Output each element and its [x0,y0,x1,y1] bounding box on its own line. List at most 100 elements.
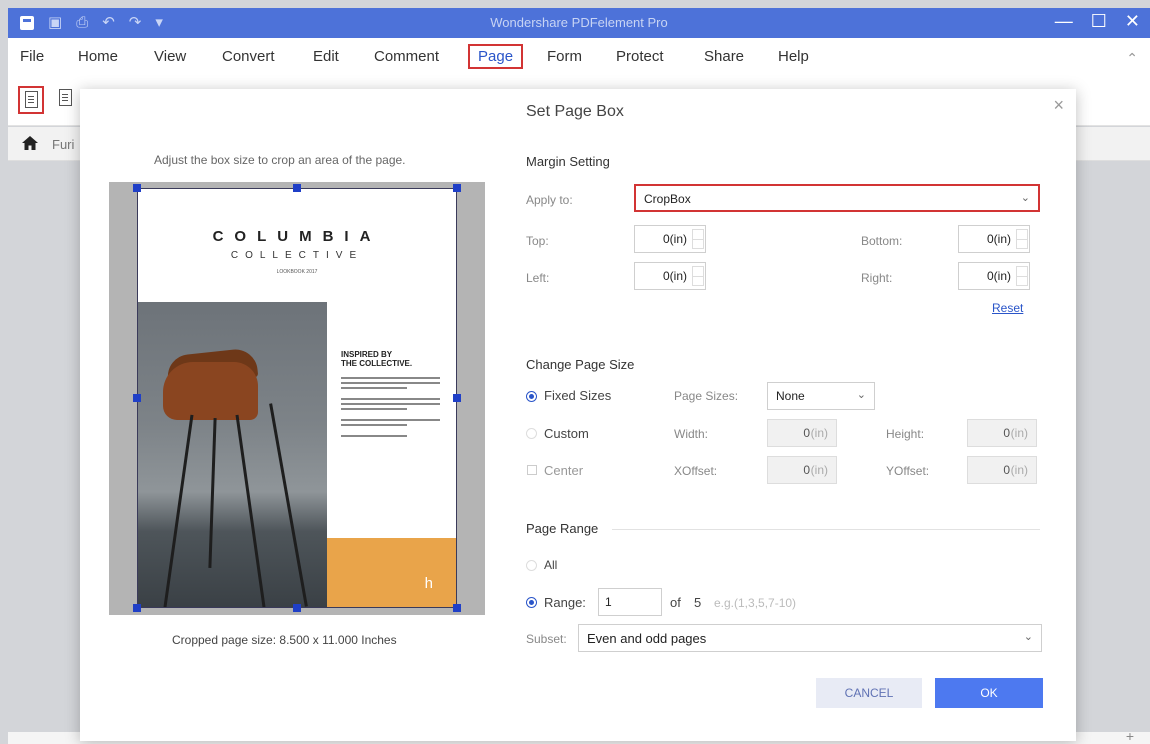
bottom-margin-value: 0(in) [986,232,1011,246]
bottom-label: Bottom: [861,234,903,248]
center-label: Center [544,463,584,478]
left-margin-value: 0(in) [662,269,687,283]
of-label: of [670,595,681,610]
preview-caption: Adjust the box size to crop an area of t… [154,153,406,167]
crop-handle-bottom-right[interactable] [453,604,461,612]
menu-edit[interactable]: Edit [313,48,339,65]
top-label: Top: [526,234,549,248]
menu-home[interactable]: Home [78,48,118,65]
crop-handle-top-right[interactable] [453,184,461,192]
fixed-sizes-label: Fixed Sizes [544,388,612,403]
page-sizes-value: None [776,389,805,403]
total-pages: 5 [694,595,702,610]
custom-label: Custom [544,426,589,441]
close-window-button[interactable]: ✕ [1125,11,1140,32]
chevron-down-icon: ⌄ [1023,631,1033,643]
height-value: 0 [1003,426,1010,440]
menu-protect[interactable]: Protect [616,48,664,65]
menu-form[interactable]: Form [547,48,582,65]
menu-page[interactable]: Page [468,44,524,69]
top-margin-stepper[interactable] [692,229,704,249]
subset-label: Subset: [526,632,567,646]
margin-setting-title: Margin Setting [526,154,610,169]
apply-to-select[interactable]: CropBox ⌄ [634,184,1040,212]
left-label: Left: [526,271,550,285]
apply-to-label: Apply to: [526,193,573,207]
cancel-button[interactable]: CANCEL [816,678,922,708]
yoffset-unit: (in) [1010,463,1028,477]
chevron-down-icon: ⌄ [856,389,866,401]
top-margin-value: 0(in) [662,232,687,246]
window-title: Wondershare PDFelement Pro [490,15,668,30]
menu-convert[interactable]: Convert [222,48,275,65]
yoffset-input[interactable]: 0 (in) [967,456,1037,484]
xoffset-input[interactable]: 0 (in) [767,456,837,484]
fixed-sizes-radio[interactable] [526,391,537,402]
dialog-close-icon[interactable]: × [1053,95,1064,116]
crop-box-outline[interactable] [137,188,457,608]
crop-handle-top[interactable] [293,184,301,192]
bottom-margin-input[interactable]: 0(in) [958,225,1030,253]
zoom-in-icon[interactable]: + [1126,728,1134,744]
xoffset-unit: (in) [810,463,828,477]
height-input[interactable]: 0 (in) [967,419,1037,447]
subset-select[interactable]: Even and odd pages ⌄ [578,624,1042,652]
top-margin-input[interactable]: 0(in) [634,225,706,253]
ok-button[interactable]: OK [935,678,1043,708]
maximize-button[interactable]: ☐ [1091,11,1107,32]
crop-preview: COLUMBIA COLLECTIVE LOOKBOOK 2017 INSPIR… [109,182,485,615]
all-pages-label: All [544,558,558,572]
page-sizes-label: Page Sizes: [674,389,739,403]
set-page-box-dialog: Set Page Box × Adjust the box size to cr… [80,89,1076,741]
xoffset-label: XOffset: [674,464,718,478]
crop-handle-left[interactable] [133,394,141,402]
chevron-up-icon[interactable]: ⌃ [1126,50,1138,67]
custom-radio[interactable] [526,428,537,439]
menu-comment[interactable]: Comment [374,48,439,65]
range-label: Range: [544,595,586,610]
width-input[interactable]: 0 (in) [767,419,837,447]
window-controls: — ☐ ✕ [1055,11,1140,32]
crop-handle-top-left[interactable] [133,184,141,192]
chevron-down-icon: ⌄ [1020,192,1030,204]
menu-help[interactable]: Help [778,48,809,65]
menu-file[interactable]: File [20,48,44,65]
change-page-size-title: Change Page Size [526,357,635,372]
reset-link[interactable]: Reset [992,301,1023,315]
subset-value: Even and odd pages [587,631,707,646]
range-radio[interactable] [526,597,537,608]
page-sizes-select[interactable]: None ⌄ [767,382,875,410]
crop-handle-bottom[interactable] [293,604,301,612]
height-unit: (in) [1010,426,1028,440]
crop-handle-right[interactable] [453,394,461,402]
extract-page-icon[interactable] [54,86,80,114]
right-label: Right: [861,271,893,285]
menu-share[interactable]: Share [704,48,744,65]
bottom-margin-stepper[interactable] [1016,229,1028,249]
width-label: Width: [674,427,709,441]
minimize-button[interactable]: — [1055,11,1073,32]
right-margin-value: 0(in) [986,269,1011,283]
crop-page-icon[interactable] [18,86,44,114]
width-value: 0 [803,426,810,440]
right-margin-input[interactable]: 0(in) [958,262,1030,290]
right-margin-stepper[interactable] [1016,266,1028,286]
yoffset-value: 0 [1003,463,1010,477]
center-checkbox[interactable] [527,465,537,475]
all-pages-radio[interactable] [526,560,537,571]
cropped-page-size: Cropped page size: 8.500 x 11.000 Inches [172,633,397,647]
range-input[interactable]: 1 [598,588,662,616]
home-icon[interactable] [22,136,38,150]
document-tab[interactable]: Furi [52,137,74,152]
left-margin-stepper[interactable] [692,266,704,286]
dialog-title: Set Page Box [526,103,624,120]
page-range-divider [612,529,1040,530]
width-unit: (in) [810,426,828,440]
xoffset-value: 0 [803,463,810,477]
crop-handle-bottom-left[interactable] [133,604,141,612]
apply-to-value: CropBox [644,192,691,206]
menu-view[interactable]: View [154,48,186,65]
left-margin-input[interactable]: 0(in) [634,262,706,290]
page-range-title: Page Range [526,521,599,536]
height-label: Height: [886,427,925,441]
